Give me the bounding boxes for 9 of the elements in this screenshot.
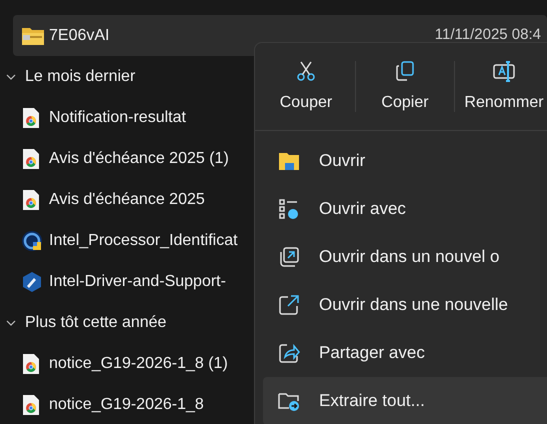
file-name: notice_G19-2026-1_8 <box>49 394 204 414</box>
file-name: Avis d'échéance 2025 (1) <box>49 148 229 168</box>
file-date: 11/11/2025 08:4 <box>434 25 541 46</box>
file-name: Avis d'échéance 2025 <box>49 190 205 210</box>
file-name: Intel-Driver-and-Support- <box>49 272 226 292</box>
file-name: 7E06vAI <box>49 26 110 46</box>
file-name: Intel_Processor_Identificat <box>49 230 238 250</box>
file-name: notice_G19-2026-1_8 (1) <box>49 354 228 374</box>
file-name: Notification-resultat <box>49 108 186 128</box>
